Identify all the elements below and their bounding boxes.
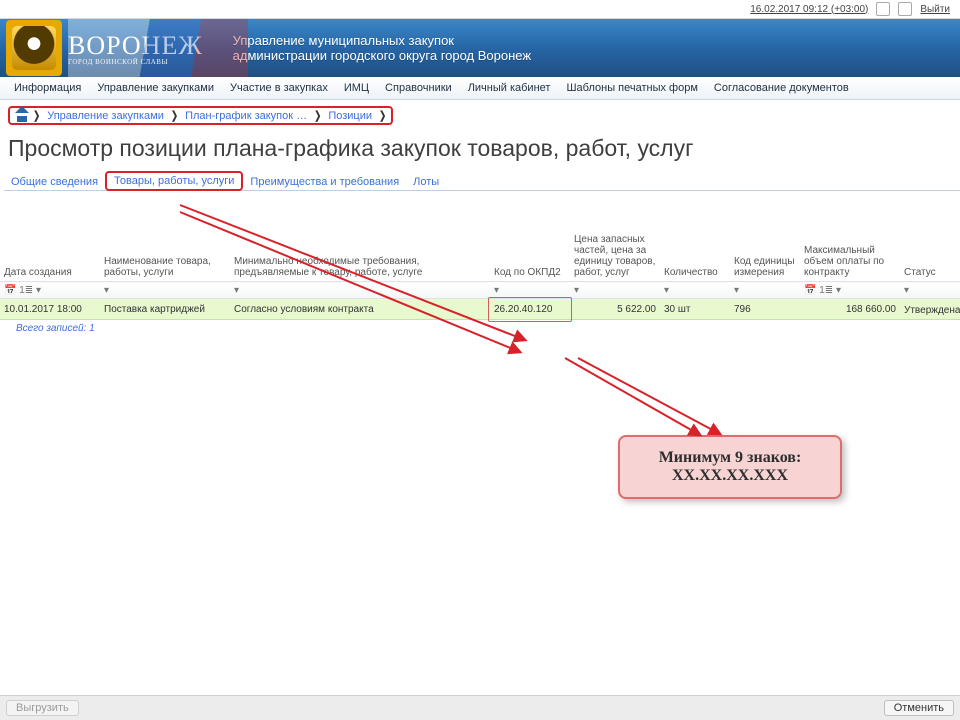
filter-qty[interactable]: ▾ bbox=[660, 282, 730, 299]
menu-info[interactable]: Информация bbox=[6, 77, 89, 99]
menu-purchases[interactable]: Управление закупками bbox=[89, 77, 222, 99]
cancel-button[interactable]: Отменить bbox=[884, 700, 954, 716]
tab-lots[interactable]: Лоты bbox=[406, 174, 446, 190]
tab-goods[interactable]: Товары, работы, услуги bbox=[105, 171, 243, 191]
menu-references[interactable]: Справочники bbox=[377, 77, 460, 99]
callout-line1: Минимум 9 знаков: bbox=[640, 449, 820, 467]
home-icon[interactable] bbox=[15, 110, 29, 122]
column-header-row: Дата создания Наименование товара, работ… bbox=[0, 231, 960, 282]
filter-date[interactable]: 📅 1≣ ▾ bbox=[0, 282, 100, 299]
chevron-right-icon: ❭ bbox=[378, 109, 389, 122]
note-icon[interactable] bbox=[876, 2, 890, 16]
tab-general[interactable]: Общие сведения bbox=[4, 174, 105, 190]
filter-code[interactable]: ▾ bbox=[490, 282, 570, 299]
main-menu: Информация Управление закупками Участие … bbox=[0, 77, 960, 100]
city-name-block: ВОРОНЕЖ ГОРОД ВОИНСКОЙ СЛАВЫ bbox=[68, 31, 203, 66]
org-title-line2: администрации городского округа город Во… bbox=[233, 48, 531, 63]
filter-name[interactable]: ▾ bbox=[100, 282, 230, 299]
records-total: Всего записей: 1 bbox=[16, 323, 960, 334]
menu-participate[interactable]: Участие в закупках bbox=[222, 77, 336, 99]
cell-date: 10.01.2017 18:00 bbox=[0, 299, 100, 320]
callout-line2: ХХ.ХХ.ХХ.ХХХ bbox=[640, 467, 820, 485]
col-req[interactable]: Минимально необходимые требования, предъ… bbox=[230, 231, 490, 282]
logout-link[interactable]: Выйти bbox=[920, 4, 950, 15]
col-qty[interactable]: Количество bbox=[660, 231, 730, 282]
col-code[interactable]: Код по ОКПД2 bbox=[490, 231, 570, 282]
menu-account[interactable]: Личный кабинет bbox=[460, 77, 559, 99]
bottom-bar: Выгрузить Отменить bbox=[0, 695, 960, 720]
filter-status[interactable]: ▾ bbox=[900, 282, 960, 299]
cell-max: 168 660.00 bbox=[800, 299, 900, 320]
tab-preferences[interactable]: Преимущества и требования bbox=[243, 174, 406, 190]
page-title: Просмотр позиции плана-графика закупок т… bbox=[8, 135, 960, 162]
city-slogan: ГОРОД ВОИНСКОЙ СЛАВЫ bbox=[68, 58, 203, 66]
filter-uom[interactable]: ▾ bbox=[730, 282, 800, 299]
org-title: Управление муниципальных закупок админис… bbox=[233, 33, 531, 63]
col-date[interactable]: Дата создания bbox=[0, 231, 100, 282]
table-wrap: Дата создания Наименование товара, работ… bbox=[0, 231, 960, 334]
menu-approval[interactable]: Согласование документов bbox=[706, 77, 857, 99]
col-max[interactable]: Максимальный объем оплаты по контракту bbox=[800, 231, 900, 282]
crumb-2[interactable]: План-график закупок … bbox=[181, 110, 313, 122]
chevron-right-icon: ❭ bbox=[32, 109, 43, 122]
cell-uom: 796 bbox=[730, 299, 800, 320]
timestamp[interactable]: 16.02.2017 09:12 (+03:00) bbox=[750, 4, 868, 15]
tabs: Общие сведения Товары, работы, услуги Пр… bbox=[4, 168, 960, 191]
cell-qty: 30 шт bbox=[660, 299, 730, 320]
city-crest-icon bbox=[6, 20, 62, 76]
cell-status: Утверждена❯ bbox=[900, 299, 960, 320]
col-uom[interactable]: Код единицы измерения bbox=[730, 231, 800, 282]
col-price[interactable]: Цена запасных частей, цена за единицу то… bbox=[570, 231, 660, 282]
filter-row: 📅 1≣ ▾ ▾ ▾ ▾ ▾ ▾ ▾ 📅 1≣ ▾ ▾ bbox=[0, 282, 960, 299]
menu-imts[interactable]: ИМЦ bbox=[336, 77, 377, 99]
org-title-line1: Управление муниципальных закупок bbox=[233, 33, 531, 48]
filter-req[interactable]: ▾ bbox=[230, 282, 490, 299]
filter-max[interactable]: 📅 1≣ ▾ bbox=[800, 282, 900, 299]
cell-price: 5 622.00 bbox=[570, 299, 660, 320]
doc-icon[interactable] bbox=[898, 2, 912, 16]
menu-templates[interactable]: Шаблоны печатных форм bbox=[558, 77, 705, 99]
crumb-1[interactable]: Управление закупками bbox=[43, 110, 170, 122]
annotation-callout: Минимум 9 знаков: ХХ.ХХ.ХХ.ХХХ bbox=[618, 435, 842, 499]
breadcrumb: ❭ Управление закупками ❭ План-график зак… bbox=[8, 106, 393, 125]
col-status[interactable]: Статус bbox=[900, 231, 960, 282]
filter-price[interactable]: ▾ bbox=[570, 282, 660, 299]
chevron-right-icon: ❭ bbox=[170, 109, 181, 122]
system-bar: 16.02.2017 09:12 (+03:00) Выйти bbox=[0, 0, 960, 19]
app-banner: ВОРОНЕЖ ГОРОД ВОИНСКОЙ СЛАВЫ Управление … bbox=[0, 19, 960, 77]
table-row[interactable]: 10.01.2017 18:00 Поставка картриджей Сог… bbox=[0, 299, 960, 320]
export-button[interactable]: Выгрузить bbox=[6, 700, 79, 716]
chevron-right-icon: ❭ bbox=[313, 109, 324, 122]
col-name[interactable]: Наименование товара, работы, услуги bbox=[100, 231, 230, 282]
city-name: ВОРОНЕЖ bbox=[68, 31, 203, 61]
crumb-3[interactable]: Позиции bbox=[324, 110, 378, 122]
cell-code: 26.20.40.120 bbox=[490, 299, 570, 320]
cell-name: Поставка картриджей bbox=[100, 299, 230, 320]
data-table: Дата создания Наименование товара, работ… bbox=[0, 231, 960, 320]
cell-req: Согласно условиям контракта bbox=[230, 299, 490, 320]
